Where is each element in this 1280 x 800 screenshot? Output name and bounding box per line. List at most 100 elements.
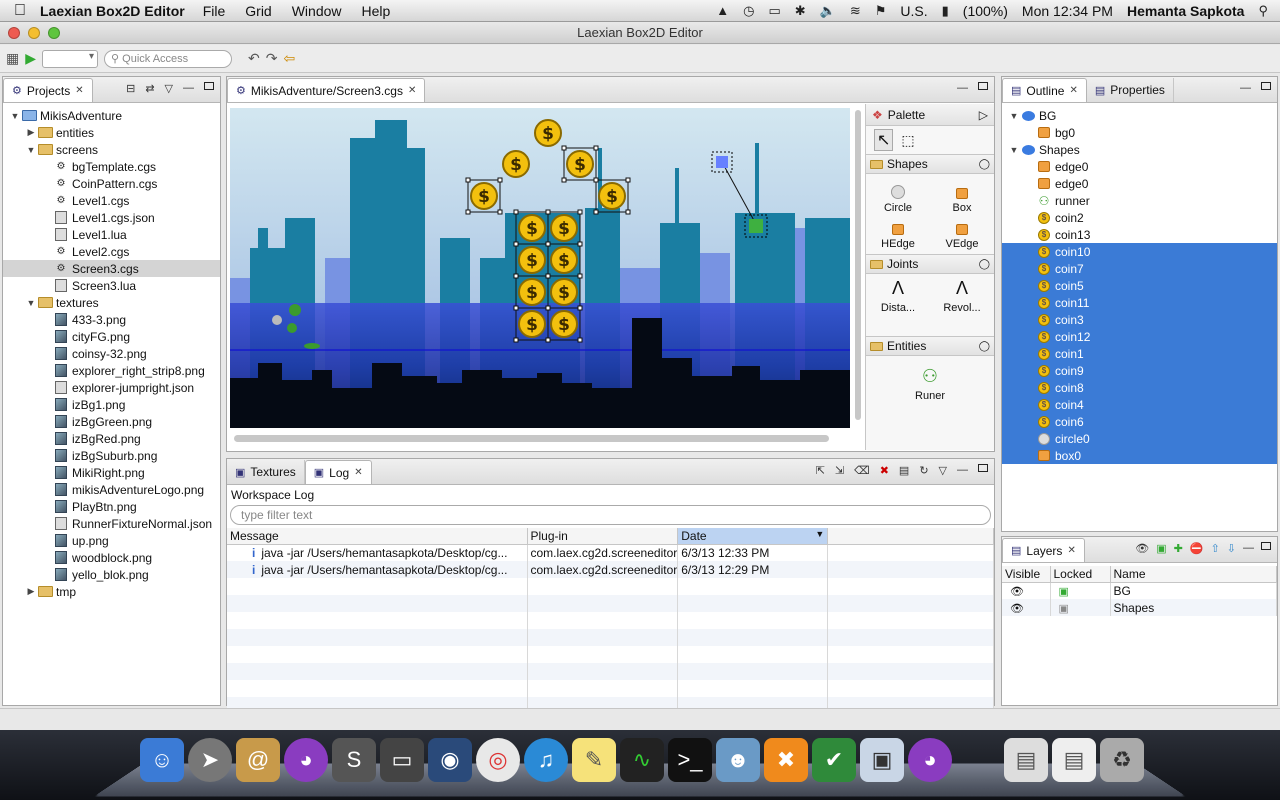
tab-properties[interactable]: ▤ Properties — [1087, 78, 1174, 102]
collapse-all-icon[interactable]: ⊟ — [126, 82, 135, 95]
forward-icon[interactable]: ↷ — [266, 50, 278, 67]
tree-item[interactable]: cityFG.png — [3, 328, 220, 345]
move-down-icon[interactable]: ⇩ — [1227, 542, 1236, 555]
layer-locked-cell[interactable]: ▣ — [1050, 582, 1111, 599]
tree-item[interactable]: edge0 — [1002, 175, 1277, 192]
log-row[interactable]: i java -jar /Users/hemantasapkota/Desktop… — [227, 544, 994, 561]
tree-item[interactable]: 433-3.png — [3, 311, 220, 328]
display-icon[interactable]: ▭ — [768, 3, 780, 19]
tree-item[interactable]: ▼ Shapes — [1002, 141, 1277, 158]
github-icon[interactable]: ☻ — [716, 738, 760, 782]
resize-handle[interactable] — [545, 337, 551, 343]
coin-sprite[interactable]: $ — [534, 119, 562, 147]
expand-arrow-icon[interactable]: ▶ — [25, 586, 37, 597]
run-icon[interactable]: ▶ — [25, 50, 36, 67]
unlocked-icon[interactable]: ▣ — [1059, 586, 1069, 598]
export-log-icon[interactable]: ⇱ — [816, 464, 825, 477]
tree-item[interactable]: izBgGreen.png — [3, 413, 220, 430]
resize-handle[interactable] — [625, 177, 631, 183]
eclipse-2-icon[interactable]: ◕ — [908, 738, 952, 782]
tree-item[interactable]: $ coin10 — [1002, 243, 1277, 260]
tree-item[interactable]: RunnerFixtureNormal.json — [3, 515, 220, 532]
canvas-h-scrollbar[interactable] — [230, 432, 850, 446]
battery-percent[interactable]: (100%) — [963, 3, 1008, 19]
preview-icon[interactable]: ▣ — [860, 738, 904, 782]
minimize-icon[interactable]: — — [957, 82, 968, 94]
contacts-icon[interactable]: @ — [236, 738, 280, 782]
col-name[interactable]: Name — [1110, 566, 1277, 583]
visibility-icon[interactable]: 👁 — [1135, 542, 1149, 555]
resize-handle[interactable] — [561, 177, 567, 183]
resize-handle[interactable] — [497, 209, 503, 215]
tree-item[interactable]: ▶ tmp — [3, 583, 220, 600]
log-filter-input[interactable]: type filter text — [230, 505, 991, 525]
dropbox-icon[interactable]: ▲ — [716, 3, 729, 18]
maximize-icon[interactable] — [978, 82, 988, 90]
tree-item[interactable]: Level1.lua — [3, 226, 220, 243]
tree-item[interactable]: box0 — [1002, 447, 1277, 464]
chrome-icon[interactable]: ◎ — [476, 738, 520, 782]
pin-icon[interactable]: ◯ — [979, 259, 990, 270]
palette-hedge[interactable]: HEdge — [868, 214, 928, 250]
resize-handle[interactable] — [561, 145, 567, 151]
tree-item[interactable]: ⚇ runner — [1002, 192, 1277, 209]
tree-item[interactable]: PlayBtn.png — [3, 498, 220, 515]
maximize-icon[interactable] — [1261, 542, 1271, 550]
collapse-arrow-icon[interactable]: ▼ — [25, 145, 37, 155]
tree-item[interactable]: ⚙ Level1.cgs — [3, 192, 220, 209]
bluetooth-icon[interactable]: ✱ — [795, 3, 806, 19]
layer-locked-cell[interactable]: ▣ — [1050, 599, 1111, 616]
tree-item[interactable]: circle0 — [1002, 430, 1277, 447]
downloads-stack-icon[interactable]: ▤ — [1052, 738, 1096, 782]
tree-item[interactable]: ⚙ CoinPattern.cgs — [3, 175, 220, 192]
facetime-icon[interactable]: ◉ — [428, 738, 472, 782]
tree-item[interactable]: $ coin5 — [1002, 277, 1277, 294]
resize-handle[interactable] — [513, 337, 519, 343]
scene-canvas[interactable]: $ $ $ $ $ $ $ $ $ $ $ $ $ — [230, 108, 850, 428]
palette-distance-joint[interactable]: Λ Dista... — [868, 278, 928, 314]
tree-item[interactable]: explorer_right_strip8.png — [3, 362, 220, 379]
grid-icon[interactable]: ▦ — [6, 50, 19, 67]
open-log-icon[interactable]: ▤ — [899, 464, 909, 477]
select-tool-icon[interactable]: ↖ — [874, 129, 894, 151]
layer-visible-cell[interactable]: 👁 — [1002, 599, 1051, 616]
run-config-select[interactable]: ▾ — [42, 49, 99, 68]
close-icon[interactable]: ✕ — [75, 85, 83, 96]
wifi-icon[interactable]: ≋ — [850, 3, 861, 19]
tree-item[interactable]: ▼ screens — [3, 141, 220, 158]
tree-item[interactable]: $ coin6 — [1002, 413, 1277, 430]
layer-visible-cell[interactable]: 👁 — [1002, 582, 1051, 599]
palette-runner[interactable]: ⚇ Runer — [915, 366, 945, 402]
menu-window[interactable]: Window — [292, 3, 342, 19]
minimize-icon[interactable]: — — [1243, 542, 1254, 555]
palette-vedge[interactable]: VEdge — [932, 214, 992, 250]
tree-item[interactable]: $ coin3 — [1002, 311, 1277, 328]
time-machine-icon[interactable]: ◷ — [743, 3, 754, 19]
resize-handle[interactable] — [577, 305, 583, 311]
tab-textures[interactable]: ▣ Textures — [227, 460, 305, 484]
maximize-icon[interactable] — [978, 464, 988, 472]
close-icon[interactable]: ✕ — [1067, 545, 1075, 556]
tree-item[interactable]: izBgRed.png — [3, 430, 220, 447]
tree-item[interactable]: $ coin8 — [1002, 379, 1277, 396]
tree-item[interactable]: izBg1.png — [3, 396, 220, 413]
tree-item[interactable]: $ coin11 — [1002, 294, 1277, 311]
tree-item[interactable]: $ coin2 — [1002, 209, 1277, 226]
resize-handle[interactable] — [513, 273, 519, 279]
coin-sprite[interactable]: $ — [502, 150, 530, 178]
minimize-icon[interactable]: — — [1240, 82, 1251, 94]
collapse-arrow-icon[interactable]: ▼ — [1008, 111, 1020, 121]
tree-item[interactable]: $ coin1 — [1002, 345, 1277, 362]
tree-item[interactable]: Screen3.lua — [3, 277, 220, 294]
close-icon[interactable]: ✕ — [354, 467, 362, 478]
close-icon[interactable]: ✕ — [408, 85, 416, 96]
tree-item[interactable]: mikisAdventureLogo.png — [3, 481, 220, 498]
close-window-button[interactable] — [8, 27, 20, 39]
menu-help[interactable]: Help — [362, 3, 391, 19]
menu-file[interactable]: File — [203, 3, 226, 19]
tree-item[interactable]: $ coin9 — [1002, 362, 1277, 379]
tree-item[interactable]: edge0 — [1002, 158, 1277, 175]
resize-handle[interactable] — [577, 273, 583, 279]
clear-log-icon[interactable]: ⌫ — [854, 464, 870, 477]
tree-item[interactable]: up.png — [3, 532, 220, 549]
